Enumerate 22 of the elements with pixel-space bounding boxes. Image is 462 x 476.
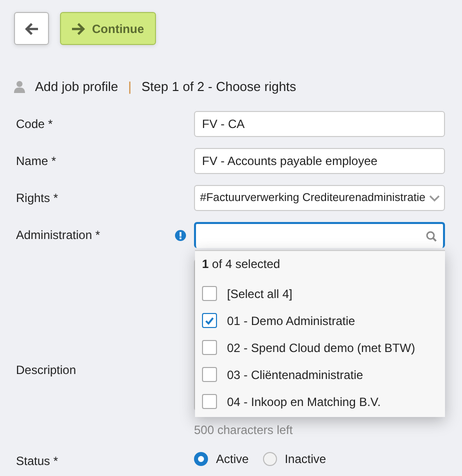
option-label[interactable]: 02 - Spend Cloud demo (met BTW): [227, 340, 416, 354]
title-separator: |: [128, 79, 132, 94]
field-label: Status *: [16, 454, 58, 468]
option-label[interactable]: 03 - Cliëntenadministratie: [227, 368, 364, 382]
field-label: Name *: [16, 154, 56, 168]
step-title: Step 1 of 2 - Choose rights: [142, 79, 296, 94]
option-label[interactable]: 04 - Inkoop en Matching B.V.: [227, 394, 381, 408]
field-label: Rights *: [16, 191, 58, 205]
option-label[interactable]: [Select all 4]: [227, 286, 292, 300]
field-label: Description: [16, 363, 76, 377]
option-label[interactable]: 01 - Demo Administratie: [227, 314, 356, 328]
text-field[interactable]: FV - Accounts payable employee: [194, 148, 445, 174]
page-title: Add job profile: [35, 79, 118, 94]
radio-label: Active: [216, 452, 249, 466]
selection-summary: 1 of 4 selected: [201, 257, 282, 273]
radio-label: Inactive: [284, 452, 326, 466]
field-label: Administration *: [16, 228, 100, 242]
text-field[interactable]: FV - CA: [194, 111, 445, 137]
continue-button[interactable]: Continue: [60, 12, 156, 45]
character-counter: 500 characters left: [194, 423, 294, 437]
rights-select[interactable]: #Factuurverwerking Crediteurenadministratie: [194, 185, 445, 211]
field-label: Code *: [16, 117, 53, 131]
